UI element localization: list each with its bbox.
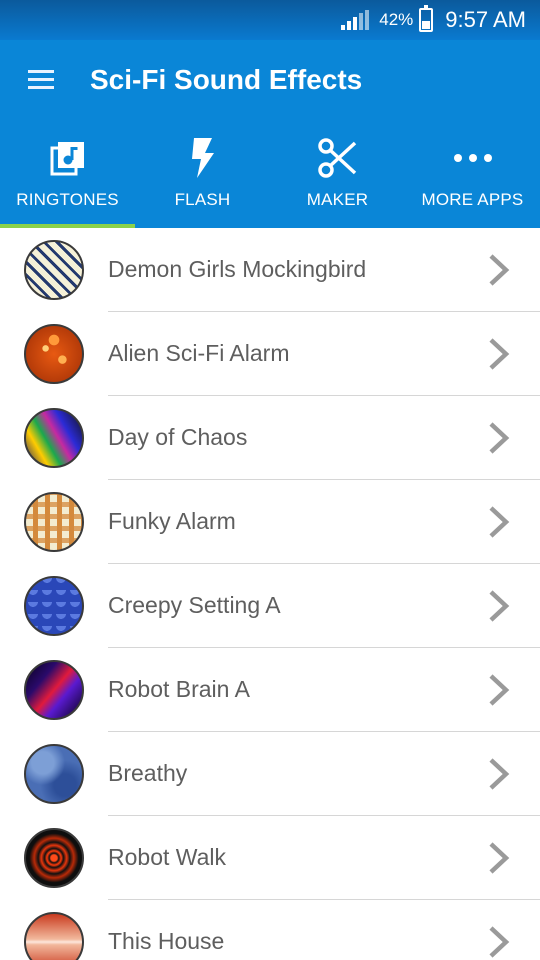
ringtone-title: This House <box>108 928 225 954</box>
list-item[interactable]: Breathy <box>0 732 540 816</box>
chevron-right-icon <box>489 590 510 622</box>
chevron-right-icon <box>489 842 510 874</box>
ringtone-thumbnail <box>24 828 84 888</box>
ringtone-title: Creepy Setting A <box>108 592 281 618</box>
ringtone-thumbnail <box>24 576 84 636</box>
app-bar: Sci-Fi Sound Effects RINGTONES FLASH MAK… <box>0 40 540 228</box>
list-item[interactable]: This House <box>0 900 540 960</box>
ringtone-title: Alien Sci-Fi Alarm <box>108 340 290 366</box>
tab-bar: RINGTONES FLASH MAKER MORE APPS <box>0 128 540 228</box>
flash-bolt-icon <box>183 138 223 178</box>
ringtone-title: Robot Brain A <box>108 676 250 702</box>
ringtone-title: Day of Chaos <box>108 424 248 450</box>
ringtone-title: Demon Girls Mockingbird <box>108 256 367 282</box>
list-item[interactable]: Day of Chaos <box>0 396 540 480</box>
tab-ringtones[interactable]: RINGTONES <box>0 128 135 228</box>
tab-label: RINGTONES <box>16 190 119 209</box>
ringtone-title: Funky Alarm <box>108 508 236 534</box>
chevron-right-icon <box>489 506 510 538</box>
chevron-right-icon <box>489 338 510 370</box>
more-dots-icon <box>453 138 493 178</box>
ringtone-list: Demon Girls Mockingbird Alien Sci-Fi Ala… <box>0 228 540 960</box>
tab-label: MORE APPS <box>421 190 524 209</box>
list-item[interactable]: Robot Brain A <box>0 648 540 732</box>
list-item[interactable]: Creepy Setting A <box>0 564 540 648</box>
battery-percent: 42% <box>379 10 414 29</box>
signal-icon <box>341 10 370 30</box>
battery-icon <box>419 5 434 32</box>
chevron-right-icon <box>489 422 510 454</box>
list-item[interactable]: Robot Walk <box>0 816 540 900</box>
list-item[interactable]: Alien Sci-Fi Alarm <box>0 312 540 396</box>
status-time: 9:57 AM <box>445 7 526 32</box>
ringtone-thumbnail <box>24 492 84 552</box>
tab-flash[interactable]: FLASH <box>135 128 270 228</box>
chevron-right-icon <box>489 674 510 706</box>
ringtone-thumbnail <box>24 660 84 720</box>
hamburger-menu-icon[interactable] <box>26 68 58 92</box>
tab-label: FLASH <box>174 190 231 209</box>
tab-label: MAKER <box>306 190 369 209</box>
scissors-icon <box>317 138 358 178</box>
tab-more-apps[interactable]: MORE APPS <box>405 128 540 228</box>
ringtone-title: Robot Walk <box>108 844 227 870</box>
ringtone-thumbnail <box>24 408 84 468</box>
ringtone-title: Breathy <box>108 760 188 786</box>
app-title: Sci-Fi Sound Effects <box>90 64 363 95</box>
tab-maker[interactable]: MAKER <box>270 128 405 228</box>
ringtone-thumbnail <box>24 912 84 960</box>
list-item[interactable]: Funky Alarm <box>0 480 540 564</box>
chevron-right-icon <box>489 926 510 958</box>
list-item[interactable]: Demon Girls Mockingbird <box>0 228 540 312</box>
ringtone-thumbnail <box>24 744 84 804</box>
status-bar: 42% 9:57 AM <box>0 0 540 40</box>
chevron-right-icon <box>489 254 510 286</box>
ringtone-thumbnail <box>24 240 84 300</box>
ringtone-thumbnail <box>24 324 84 384</box>
chevron-right-icon <box>489 758 510 790</box>
ringtone-note-icon <box>48 138 88 178</box>
